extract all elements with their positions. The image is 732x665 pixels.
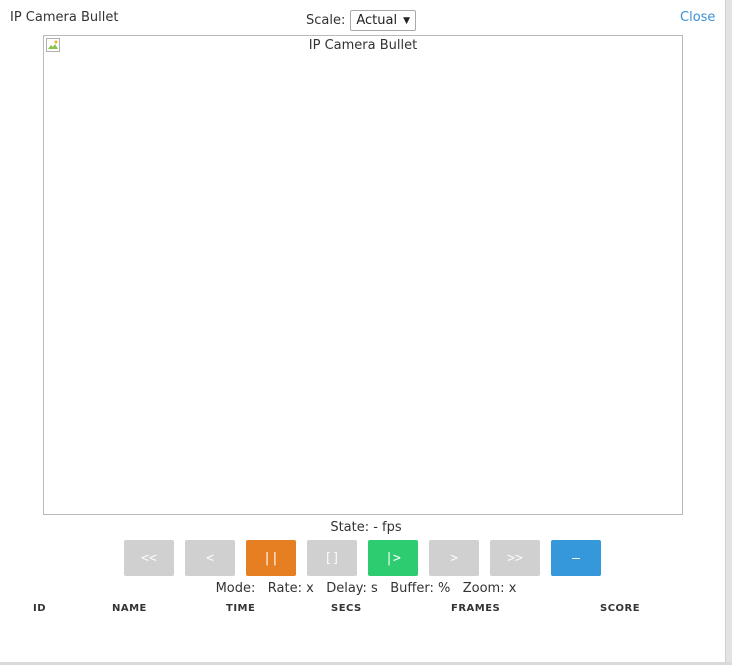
scale-control: Scale: Actual ▼: [306, 10, 417, 31]
close-link[interactable]: Close: [680, 10, 715, 25]
column-header-id[interactable]: ID: [33, 603, 46, 614]
stream-state: State: - fps: [330, 520, 402, 535]
stream-status-line: Mode: Rate: x Delay: s Buffer: % Zoom: x: [215, 581, 517, 596]
fast-rewind-button[interactable]: <<: [124, 540, 174, 576]
chevron-down-icon: ▼: [403, 15, 411, 26]
column-header-frames[interactable]: FRAMES: [451, 603, 500, 614]
stop-button[interactable]: []: [307, 540, 357, 576]
scale-label: Scale:: [306, 13, 346, 28]
fast-forward-button[interactable]: >>: [490, 540, 540, 576]
scale-selected-value: Actual: [356, 13, 398, 28]
zoom-out-button[interactable]: –: [551, 540, 601, 576]
column-header-score[interactable]: SCORE: [600, 603, 640, 614]
window-title: IP Camera Bullet: [10, 10, 119, 25]
stream-image-alt-text: IP Camera Bullet: [308, 38, 418, 53]
step-back-button[interactable]: <: [185, 540, 235, 576]
pause-button[interactable]: ||: [246, 540, 296, 576]
column-header-secs[interactable]: SECS: [331, 603, 362, 614]
window-right-edge: [725, 0, 732, 665]
playback-controls: << < || [] |> > >> –: [124, 540, 612, 576]
camera-stream-viewport: IP Camera Bullet: [43, 35, 683, 515]
play-button[interactable]: |>: [368, 540, 418, 576]
column-header-name[interactable]: NAME: [112, 603, 147, 614]
step-forward-button[interactable]: >: [429, 540, 479, 576]
column-header-time[interactable]: TIME: [226, 603, 255, 614]
scale-select[interactable]: Actual ▼: [350, 10, 417, 31]
